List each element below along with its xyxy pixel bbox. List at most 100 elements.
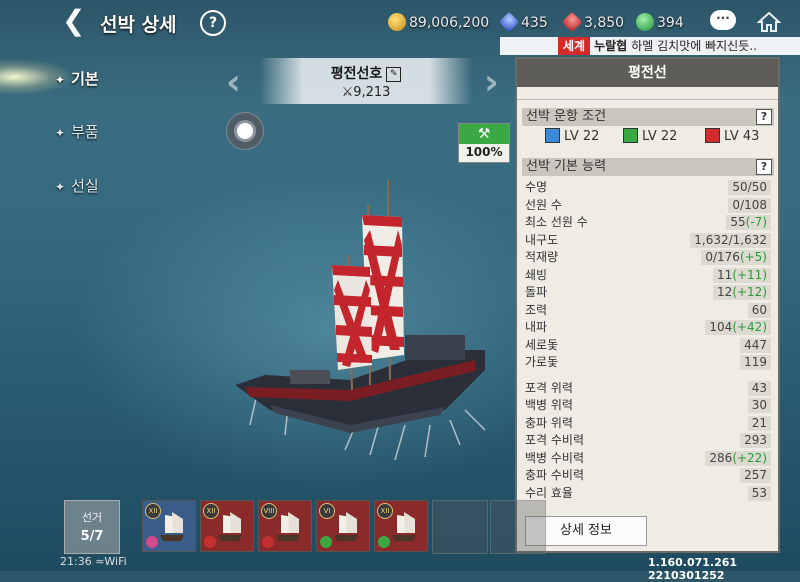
tab-parts-label: 부품	[71, 123, 99, 141]
ship-thumbnail-icon	[160, 512, 184, 541]
status-dot-icon	[378, 536, 390, 548]
tab-cabin[interactable]: ✦ 선실	[55, 175, 99, 196]
back-arrow-icon[interactable]: ❮	[62, 7, 90, 36]
stats-header: 선박 기본 능력?	[522, 158, 774, 176]
stat-row: 세로돛 447	[525, 337, 771, 354]
home-icon[interactable]	[757, 10, 781, 34]
stat-row: 돌파 12(+12)	[525, 284, 771, 301]
chat-sender: 누랄협	[594, 39, 628, 53]
stat-bonus: (+11)	[732, 267, 767, 282]
tab-parts[interactable]: ✦ 부품	[55, 121, 99, 142]
sapphire-balance[interactable]: 435	[498, 11, 548, 33]
stat-label: 내구도	[525, 232, 559, 247]
ship-thumbnail-icon	[218, 512, 242, 541]
star-icon: ✦	[55, 73, 66, 87]
stat-row: 포격 위력 43	[525, 380, 771, 397]
stat-value: 55(-7)	[726, 215, 771, 230]
requirement-trade-level: LV 22	[642, 129, 678, 144]
status-dot-icon	[320, 536, 332, 548]
ship-thumbnail-icon	[392, 512, 416, 541]
empty-slot[interactable]	[432, 500, 488, 554]
stat-row: 내구도 1,632/1,632	[525, 232, 771, 249]
stat-row: 수리 효율 53	[525, 485, 771, 502]
repair-status[interactable]: ⚒ 100%	[458, 123, 510, 163]
gold-balance[interactable]: 89,006,200	[388, 13, 489, 33]
stat-label: 백병 위력	[525, 398, 573, 412]
world-chat-ticker[interactable]: 세계 누랄협 하멜 김치맛에 빠지신듯..	[500, 37, 800, 55]
stat-value: 104(+42)	[705, 320, 771, 335]
clipped-row	[517, 87, 778, 100]
help-icon[interactable]: ?	[756, 159, 772, 175]
requirements-title: 선박 운항 조건	[526, 109, 607, 124]
star-icon: ✦	[55, 180, 66, 194]
chat-bubble-icon[interactable]: ···	[710, 10, 736, 30]
stat-value: 1,632/1,632	[690, 232, 771, 248]
stat-row: 포격 수비력 293	[525, 432, 771, 449]
requirements-header: 선박 운항 조건?	[522, 108, 774, 126]
ship-rank-badge: XII	[145, 503, 161, 519]
stat-label: 최소 선원 수	[525, 215, 588, 229]
ruby-balance[interactable]: 3,850	[561, 11, 624, 33]
stat-label: 내파	[525, 320, 548, 334]
help-icon[interactable]: ?	[200, 10, 226, 36]
stat-value: 0/176(+5)	[701, 250, 771, 265]
requirement-trade: LV 22	[623, 128, 678, 145]
page-title: 선박 상세	[100, 14, 177, 36]
stat-label: 충파 위력	[525, 415, 573, 430]
stat-value: 257	[740, 468, 771, 483]
combat-power: 9,213	[353, 85, 391, 100]
stat-bonus: (-7)	[745, 215, 767, 229]
stat-value: 447	[740, 337, 771, 353]
stat-row: 내파 104(+42)	[525, 319, 771, 336]
stat-row: 충파 위력 21	[525, 415, 771, 432]
sapphire-value: 435	[521, 15, 548, 31]
help-icon[interactable]: ?	[756, 109, 772, 125]
stat-row: 백병 위력 30	[525, 397, 771, 414]
prev-ship-arrow-icon[interactable]: ‹	[226, 62, 241, 103]
next-ship-arrow-icon[interactable]: ›	[484, 62, 499, 103]
ship-rank-badge: VIII	[261, 503, 277, 519]
tab-cabin-label: 선실	[71, 177, 99, 195]
ship-model[interactable]	[230, 175, 500, 465]
stat-label: 가로돛	[525, 355, 559, 369]
stat-value: 119	[740, 355, 771, 370]
edit-pencil-icon[interactable]: ✎	[386, 66, 402, 82]
fleet-ship-slot[interactable]: XII	[142, 500, 196, 552]
ruby-icon	[561, 11, 583, 33]
stat-label: 세로돛	[525, 337, 559, 352]
emerald-balance[interactable]: 394	[636, 13, 684, 33]
battle-level-icon	[705, 128, 720, 143]
dock-counter[interactable]: 선거 5/7	[64, 500, 120, 554]
fleet-ship-slot[interactable]: XII	[200, 500, 254, 552]
stat-label: 수리 효율	[525, 485, 573, 500]
device-status: 21:36 ≈WiFi	[60, 555, 127, 568]
fleet-ship-slot[interactable]: VIII	[258, 500, 312, 552]
stat-row: 최소 선원 수 55(-7)	[525, 214, 771, 231]
stat-value: 293	[740, 433, 771, 448]
ship-class-title: 평전선	[517, 59, 778, 87]
requirement-adventure-level: LV 22	[564, 129, 600, 144]
version-label: 1.160.071.261 2210301252	[648, 556, 738, 582]
empty-slot[interactable]	[490, 500, 546, 554]
ship-name-plate: 평전선호 ✎ ⚔9,213	[260, 58, 472, 104]
requirement-battle: LV 43	[705, 128, 759, 145]
stats-title: 선박 기본 능력	[526, 159, 607, 174]
stat-label: 포격 수비력	[525, 433, 585, 447]
weather-sun-icon[interactable]	[226, 112, 264, 150]
ship-thumbnail-icon	[334, 512, 358, 541]
stat-value: 286(+22)	[705, 450, 771, 466]
stat-row: 충파 수비력 257	[525, 467, 771, 484]
fleet-ship-slot[interactable]: XII	[374, 500, 428, 552]
stat-label: 포격 위력	[525, 380, 573, 395]
stat-value: 30	[747, 398, 771, 413]
emerald-value: 394	[657, 15, 684, 31]
tab-basic[interactable]: ✦ 기본	[55, 68, 99, 89]
ship-thumbnail-icon	[276, 512, 300, 541]
stat-value: 12(+12)	[713, 285, 771, 300]
stat-value: 21	[747, 415, 771, 431]
tab-basic-label: 기본	[71, 70, 99, 88]
stat-label: 적재량	[525, 250, 559, 264]
stat-value: 43	[747, 380, 771, 396]
status-dot-icon	[204, 536, 216, 548]
fleet-ship-slot[interactable]: VI	[316, 500, 370, 552]
